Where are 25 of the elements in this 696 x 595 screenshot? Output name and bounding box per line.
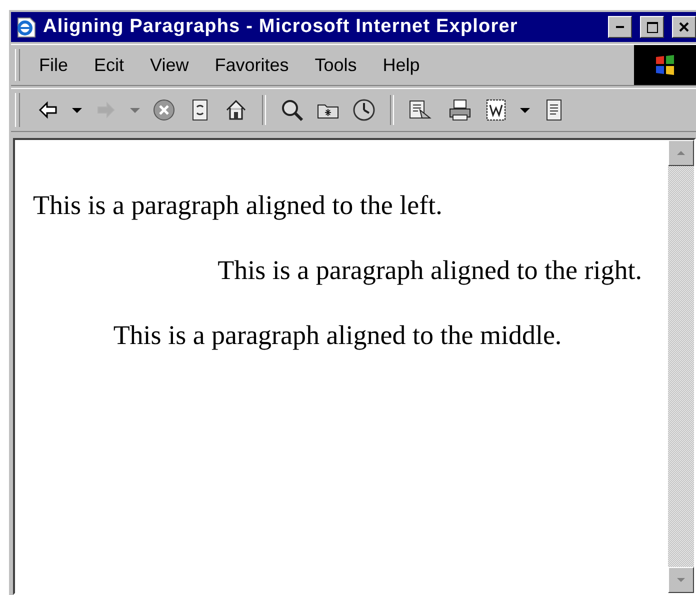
- scroll-up-button[interactable]: [668, 140, 694, 166]
- browser-logo-icon: [15, 16, 37, 38]
- menu-item[interactable]: File: [26, 52, 82, 78]
- scroll-down-button[interactable]: [668, 567, 694, 593]
- menu-item[interactable]: View: [137, 52, 202, 78]
- minimize-icon: [616, 26, 624, 28]
- menu-item[interactable]: Tools: [302, 52, 370, 78]
- scrollbar[interactable]: [668, 140, 694, 593]
- menu-item[interactable]: Favorites: [202, 52, 302, 78]
- down-triangle-icon: [677, 578, 685, 582]
- caret-button[interactable]: [518, 108, 532, 112]
- paragraph: This is a paragraph aligned to the middle.: [112, 320, 563, 351]
- maximize-icon: [646, 22, 658, 32]
- maximize-button[interactable]: [640, 16, 664, 38]
- paragraph: This is a paragraph aligned to the left.: [33, 190, 444, 221]
- menu-item[interactable]: Help: [370, 52, 433, 78]
- window-title: Aligning Paragraphs - Microsoft Internet Explorer: [43, 16, 519, 38]
- windows-flag-icon: [653, 53, 677, 77]
- menu-item[interactable]: Ecit: [81, 52, 138, 78]
- up-triangle-icon: [677, 151, 685, 155]
- close-icon: [679, 22, 689, 32]
- caret-button[interactable]: [70, 108, 84, 112]
- close-button[interactable]: [672, 16, 696, 38]
- minimize-button[interactable]: [608, 16, 632, 38]
- paragraph: This is a paragraph aligned to the right.: [216, 255, 642, 286]
